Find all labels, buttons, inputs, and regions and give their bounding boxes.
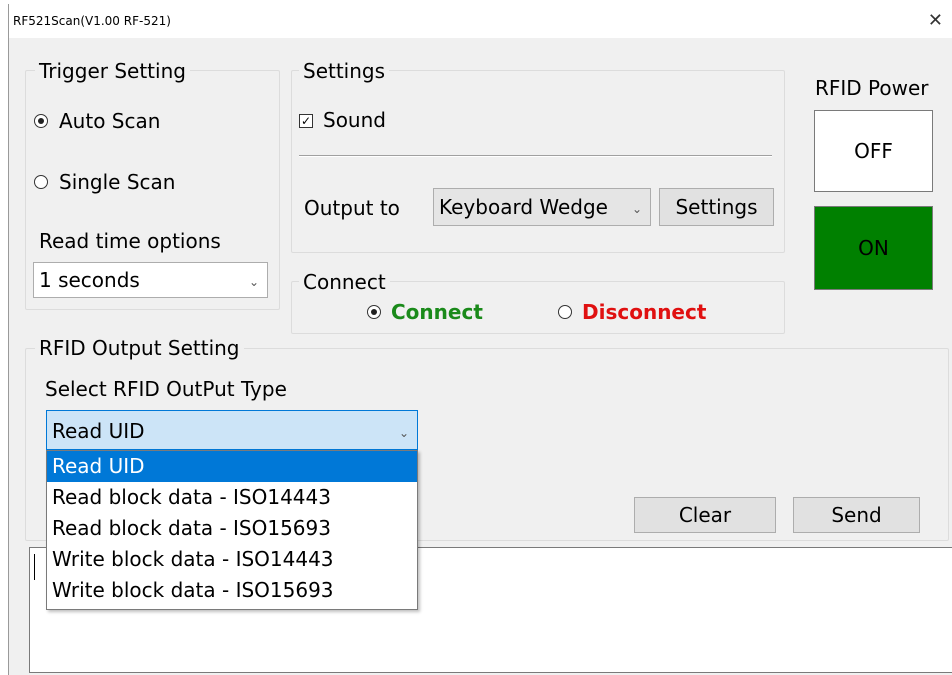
window-title: RF521Scan(V1.00 RF-521) [13,14,171,28]
title-bar: RF521Scan(V1.00 RF-521) ✕ [9,4,952,38]
send-button[interactable]: Send [793,497,920,533]
chevron-down-icon: ⌄ [398,426,409,440]
clear-button[interactable]: Clear [634,497,776,533]
dropdown-option[interactable]: Read UID [47,451,417,482]
single-scan-label[interactable]: Single Scan [59,170,175,194]
output-type-value: Read UID [52,419,145,443]
disconnect-label[interactable]: Disconnect [582,300,706,324]
dropdown-option[interactable]: Write block data - ISO14443 [47,544,417,575]
close-icon[interactable]: ✕ [928,4,943,38]
auto-scan-label[interactable]: Auto Scan [59,109,160,133]
power-on-button[interactable]: ON [814,206,933,290]
disconnect-radio[interactable] [558,305,572,319]
rfid-power-title: RFID Power [815,76,929,100]
dropdown-option[interactable]: Write block data - ISO15693 [47,575,417,606]
power-off-button[interactable]: OFF [814,110,933,192]
read-time-value: 1 seconds [39,268,140,292]
auto-scan-radio[interactable] [34,114,48,128]
chevron-down-icon: ⌄ [631,202,642,216]
trigger-setting-title: Trigger Setting [35,59,190,83]
settings-title: Settings [299,59,390,83]
settings-button[interactable]: Settings [659,188,774,226]
dropdown-option[interactable]: Read block data - ISO15693 [47,513,417,544]
single-scan-radio[interactable] [34,175,48,189]
settings-divider [299,155,772,157]
read-time-label: Read time options [39,229,221,253]
dropdown-option[interactable]: Read block data - ISO14443 [47,482,417,513]
text-caret [34,554,35,580]
output-type-label: Select RFID OutPut Type [45,377,287,401]
connect-title: Connect [299,270,390,294]
rfid-output-title: RFID Output Setting [35,336,244,360]
output-type-select[interactable]: Read UID ⌄ [46,410,418,450]
read-time-select[interactable]: 1 seconds ⌄ [33,262,268,298]
sound-label[interactable]: Sound [323,108,386,132]
output-type-dropdown[interactable]: Read UID Read block data - ISO14443 Read… [46,450,418,610]
chevron-down-icon: ⌄ [248,275,259,289]
connect-radio[interactable] [367,305,381,319]
output-to-value: Keyboard Wedge [439,195,608,219]
output-to-label: Output to [304,196,400,220]
connect-label[interactable]: Connect [391,300,483,324]
sound-checkbox[interactable]: ✓ [299,114,313,128]
output-to-select[interactable]: Keyboard Wedge ⌄ [433,188,651,226]
app-window: RF521Scan(V1.00 RF-521) ✕ Trigger Settin… [8,4,952,675]
